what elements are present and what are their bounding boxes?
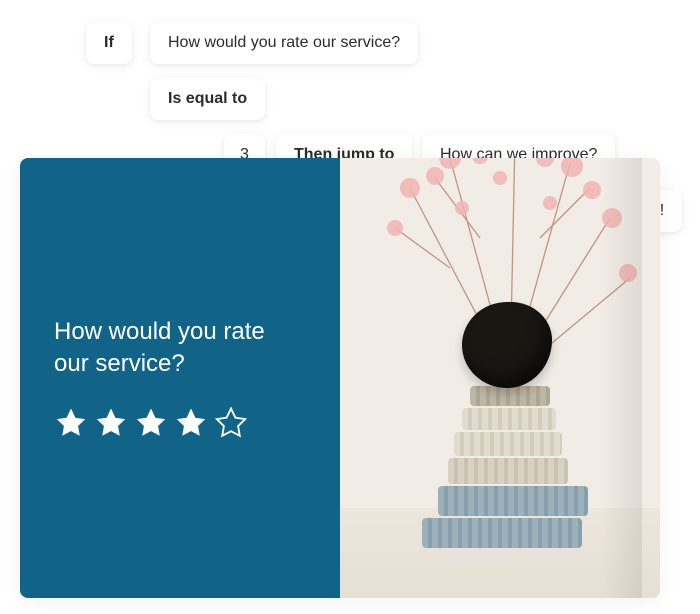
star-4[interactable] — [174, 406, 208, 440]
brick — [462, 408, 556, 430]
survey-image-panel — [340, 158, 660, 598]
survey-question-panel: How would you rate our service? — [20, 158, 340, 598]
star-2[interactable] — [94, 406, 128, 440]
survey-question-text: How would you rate our service? — [54, 316, 306, 381]
brick — [470, 386, 550, 406]
rating-input[interactable] — [54, 406, 306, 440]
brick — [454, 432, 562, 456]
if-chip[interactable]: If — [86, 22, 132, 64]
operator-chip[interactable]: Is equal to — [150, 78, 265, 120]
star-5[interactable] — [214, 406, 248, 440]
brick — [438, 486, 588, 516]
survey-preview-card: How would you rate our service? — [20, 158, 660, 598]
star-3[interactable] — [134, 406, 168, 440]
brick — [448, 458, 568, 484]
if-question-chip[interactable]: How would you rate our service? — [150, 22, 418, 64]
brick — [422, 518, 582, 548]
star-1[interactable] — [54, 406, 88, 440]
image-vignette — [602, 158, 642, 598]
